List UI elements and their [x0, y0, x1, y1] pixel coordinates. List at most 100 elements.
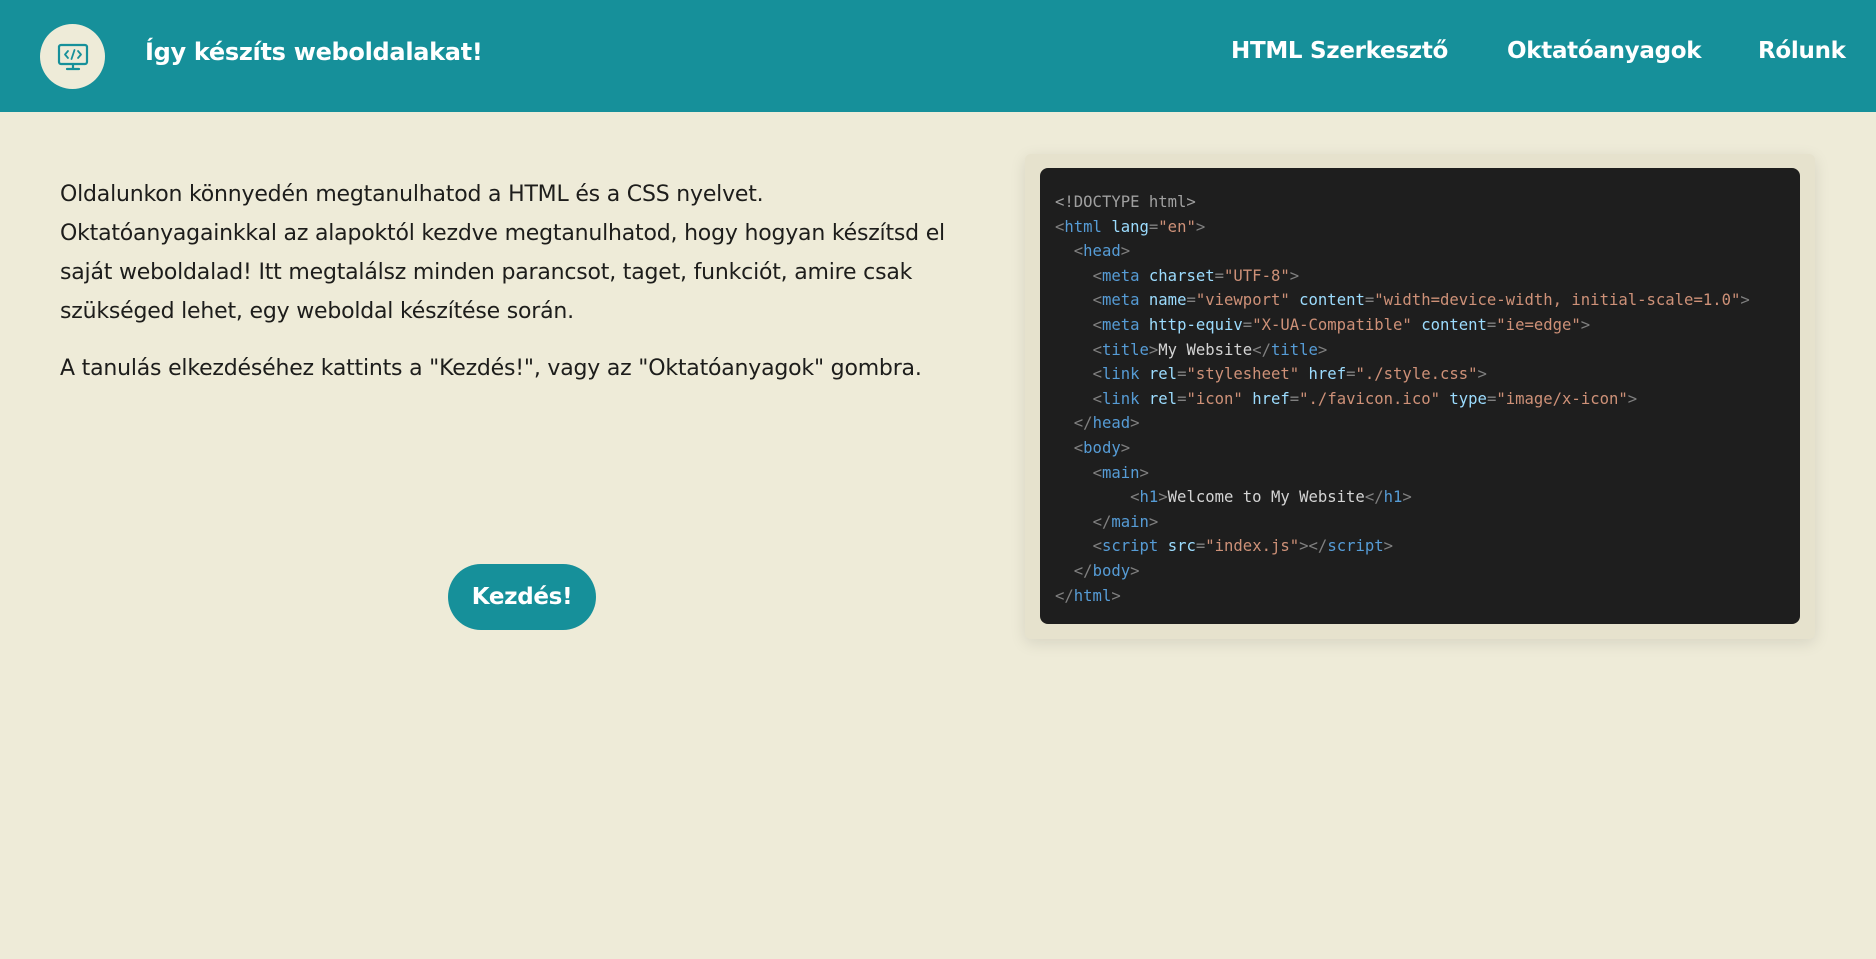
code-token: </: [1055, 586, 1074, 605]
site-header: Így készíts weboldalakat! HTML Szerkeszt…: [0, 0, 1876, 112]
code-token: >: [1139, 463, 1149, 482]
code-token: content: [1299, 291, 1365, 310]
code-token: <!DOCTYPE html>: [1055, 193, 1196, 211]
code-line: <h1>Welcome to My Website</h1>: [1055, 485, 1800, 510]
code-token: href: [1308, 365, 1347, 384]
code-token: "ie=edge": [1496, 315, 1581, 334]
code-token: h1: [1383, 488, 1403, 507]
code-token: http-equiv: [1148, 315, 1243, 334]
nav-html-editor[interactable]: HTML Szerkesztő: [1231, 38, 1448, 64]
code-token: script: [1101, 537, 1159, 556]
code-token: "viewport": [1195, 291, 1290, 310]
code-line: </html>: [1055, 584, 1800, 609]
code-token: =: [1289, 389, 1300, 408]
code-line: <link rel="icon" href="./favicon.ico" ty…: [1055, 387, 1800, 412]
code-token: >: [1580, 315, 1591, 334]
code-token: My Website: [1158, 340, 1253, 359]
intro-paragraph: Oldalunkon könnyedén megtanulhatod a HTM…: [60, 182, 945, 324]
code-token: body: [1083, 438, 1121, 457]
code-token: <: [1073, 438, 1084, 457]
logo[interactable]: [40, 24, 105, 89]
code-token: =: [1214, 266, 1225, 285]
intro-text: Oldalunkon könnyedén megtanulhatod a HTM…: [60, 175, 960, 388]
code-token: =: [1486, 315, 1497, 334]
code-token: >: [1740, 291, 1750, 310]
code-token: src: [1167, 537, 1196, 556]
code-token: >: [1195, 217, 1206, 236]
code-token: main: [1101, 463, 1140, 482]
site-title[interactable]: Így készíts weboldalakat!: [145, 38, 483, 66]
nav-tutorials[interactable]: Oktatóanyagok: [1507, 38, 1702, 64]
code-token: Welcome to My Website: [1167, 488, 1365, 507]
code-token: <: [1073, 242, 1084, 261]
code-token: <: [1130, 488, 1140, 507]
code-token: <: [1092, 266, 1102, 285]
code-monitor-icon: [57, 43, 88, 70]
code-token: title: [1101, 340, 1149, 359]
code-line: <title>My Website</title>: [1055, 338, 1800, 363]
code-token: >: [1111, 586, 1121, 605]
code-token: >: [1477, 365, 1487, 384]
code-token: =: [1186, 291, 1196, 310]
code-token: "stylesheet": [1186, 365, 1300, 384]
code-token: <: [1055, 217, 1065, 236]
code-line: <meta http-equiv="X-UA-Compatible" conte…: [1055, 313, 1800, 338]
code-token: >: [1130, 561, 1140, 580]
code-line: <main>: [1055, 461, 1800, 486]
code-token: "width=device-width, initial-scale=1.0": [1374, 291, 1741, 310]
code-token: =: [1242, 315, 1253, 334]
code-token: =: [1148, 217, 1159, 236]
code-token: >: [1120, 438, 1131, 457]
code-token: <: [1092, 463, 1102, 482]
start-button[interactable]: Kezdés!: [448, 564, 596, 630]
code-token: </: [1073, 414, 1093, 433]
code-line: <body>: [1055, 436, 1800, 461]
code-token: =: [1364, 291, 1375, 310]
code-token: ></: [1299, 537, 1328, 556]
code-token: =: [1195, 537, 1206, 556]
code-token: type: [1449, 389, 1487, 408]
code-token: rel: [1148, 389, 1178, 408]
code-token: charset: [1148, 266, 1215, 285]
code-line: <meta name="viewport" content="width=dev…: [1055, 288, 1800, 313]
code-token: "icon": [1186, 389, 1243, 408]
code-token: </: [1364, 488, 1384, 507]
code-token: >: [1317, 340, 1328, 359]
code-line: <script src="index.js"></script>: [1055, 534, 1800, 559]
code-token: html: [1064, 217, 1102, 236]
code-token: main: [1111, 512, 1149, 531]
code-token: >: [1120, 242, 1131, 261]
code-token: <: [1092, 291, 1102, 310]
code-line: <!DOCTYPE html>: [1055, 190, 1800, 215]
code-line: </head>: [1055, 411, 1800, 436]
code-token: >: [1148, 512, 1159, 531]
code-token: >: [1289, 266, 1300, 285]
code-token: link: [1101, 389, 1140, 408]
code-token: head: [1083, 242, 1121, 261]
code-token: rel: [1148, 365, 1178, 384]
code-token: </: [1092, 512, 1112, 531]
code-token: meta: [1101, 291, 1140, 310]
code-token: "X-UA-Compatible": [1252, 315, 1412, 334]
code-token: meta: [1101, 315, 1140, 334]
code-token: "en": [1158, 217, 1196, 236]
code-token: >: [1148, 340, 1159, 359]
code-token: >: [1130, 414, 1140, 433]
code-token: </: [1073, 561, 1093, 580]
code-token: </: [1252, 340, 1271, 359]
code-line: <html lang="en">: [1055, 215, 1800, 240]
code-token: html: [1073, 586, 1112, 605]
code-line: </main>: [1055, 510, 1800, 535]
code-token: content: [1421, 315, 1487, 334]
code-token: script: [1327, 537, 1384, 556]
nav-about[interactable]: Rólunk: [1758, 38, 1846, 64]
